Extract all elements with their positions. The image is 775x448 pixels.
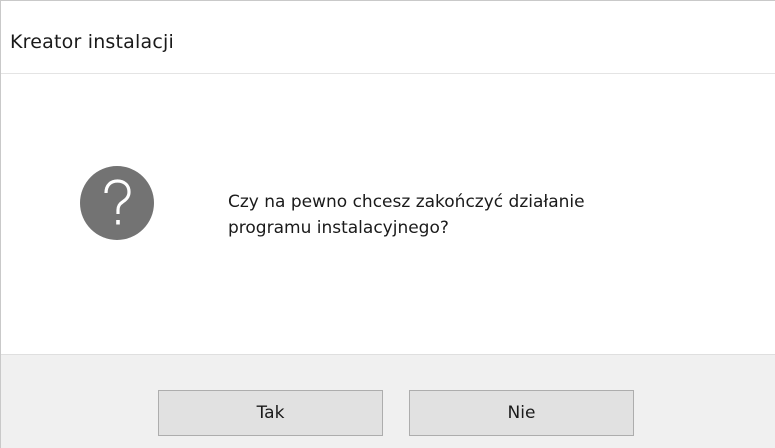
message-line-2: programu instalacyjnego? [228,218,449,238]
dialog-content: Czy na pewno chcesz zakończyć działanie … [1,74,775,354]
button-bar: Tak Nie [1,354,775,448]
title-bar: Kreator instalacji [1,1,775,74]
confirmation-message: Czy na pewno chcesz zakończyć działanie … [228,189,585,241]
message-line-1: Czy na pewno chcesz zakończyć działanie [228,192,585,212]
no-button[interactable]: Nie [409,390,634,436]
confirm-dialog: Kreator instalacji Czy na pewno chcesz z… [0,0,775,448]
window-title: Kreator instalacji [10,31,174,53]
yes-button[interactable]: Tak [158,390,383,436]
question-mark-icon [80,166,154,240]
